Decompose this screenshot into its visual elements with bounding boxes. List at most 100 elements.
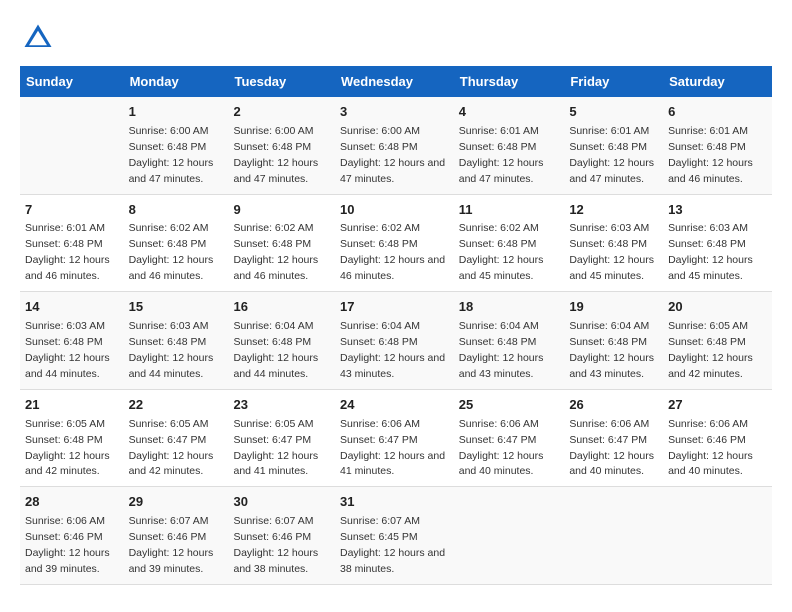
calendar-cell xyxy=(454,487,565,585)
sunrise-text: Sunrise: 6:02 AM xyxy=(233,222,313,234)
sunrise-text: Sunrise: 6:00 AM xyxy=(129,125,209,137)
sunset-text: Sunset: 6:48 PM xyxy=(340,336,418,348)
day-number: 25 xyxy=(459,396,560,415)
calendar-cell: 14 Sunrise: 6:03 AM Sunset: 6:48 PM Dayl… xyxy=(20,292,124,390)
daylight-text: Daylight: 12 hours and 46 minutes. xyxy=(668,157,753,185)
day-number: 19 xyxy=(569,298,658,317)
daylight-text: Daylight: 12 hours and 40 minutes. xyxy=(569,450,654,478)
sunset-text: Sunset: 6:46 PM xyxy=(233,531,311,543)
sunrise-text: Sunrise: 6:04 AM xyxy=(340,320,420,332)
sunset-text: Sunset: 6:48 PM xyxy=(569,141,647,153)
daylight-text: Daylight: 12 hours and 38 minutes. xyxy=(340,547,445,575)
logo-icon xyxy=(20,20,56,56)
sunset-text: Sunset: 6:46 PM xyxy=(25,531,103,543)
calendar-week-row: 7 Sunrise: 6:01 AM Sunset: 6:48 PM Dayli… xyxy=(20,194,772,292)
sunset-text: Sunset: 6:45 PM xyxy=(340,531,418,543)
day-number: 7 xyxy=(25,201,119,220)
calendar-cell: 20 Sunrise: 6:05 AM Sunset: 6:48 PM Dayl… xyxy=(663,292,772,390)
calendar-body: 1 Sunrise: 6:00 AM Sunset: 6:48 PM Dayli… xyxy=(20,97,772,584)
daylight-text: Daylight: 12 hours and 44 minutes. xyxy=(25,352,110,380)
sunset-text: Sunset: 6:47 PM xyxy=(129,434,207,446)
calendar-cell: 13 Sunrise: 6:03 AM Sunset: 6:48 PM Dayl… xyxy=(663,194,772,292)
weekday-header: Tuesday xyxy=(228,66,335,97)
sunrise-text: Sunrise: 6:07 AM xyxy=(129,515,209,527)
sunrise-text: Sunrise: 6:05 AM xyxy=(25,418,105,430)
sunset-text: Sunset: 6:48 PM xyxy=(340,141,418,153)
weekday-header: Saturday xyxy=(663,66,772,97)
sunrise-text: Sunrise: 6:06 AM xyxy=(569,418,649,430)
weekday-header: Friday xyxy=(564,66,663,97)
calendar-cell: 3 Sunrise: 6:00 AM Sunset: 6:48 PM Dayli… xyxy=(335,97,454,194)
day-number: 1 xyxy=(129,103,224,122)
sunset-text: Sunset: 6:48 PM xyxy=(459,141,537,153)
daylight-text: Daylight: 12 hours and 41 minutes. xyxy=(340,450,445,478)
sunrise-text: Sunrise: 6:05 AM xyxy=(129,418,209,430)
calendar-cell: 10 Sunrise: 6:02 AM Sunset: 6:48 PM Dayl… xyxy=(335,194,454,292)
calendar-cell: 1 Sunrise: 6:00 AM Sunset: 6:48 PM Dayli… xyxy=(124,97,229,194)
sunset-text: Sunset: 6:48 PM xyxy=(569,336,647,348)
calendar-cell: 12 Sunrise: 6:03 AM Sunset: 6:48 PM Dayl… xyxy=(564,194,663,292)
sunrise-text: Sunrise: 6:03 AM xyxy=(668,222,748,234)
day-number: 14 xyxy=(25,298,119,317)
sunset-text: Sunset: 6:48 PM xyxy=(340,238,418,250)
sunrise-text: Sunrise: 6:04 AM xyxy=(459,320,539,332)
day-number: 16 xyxy=(233,298,330,317)
sunset-text: Sunset: 6:48 PM xyxy=(129,141,207,153)
daylight-text: Daylight: 12 hours and 39 minutes. xyxy=(129,547,214,575)
daylight-text: Daylight: 12 hours and 43 minutes. xyxy=(569,352,654,380)
calendar-week-row: 21 Sunrise: 6:05 AM Sunset: 6:48 PM Dayl… xyxy=(20,389,772,487)
calendar-cell: 21 Sunrise: 6:05 AM Sunset: 6:48 PM Dayl… xyxy=(20,389,124,487)
daylight-text: Daylight: 12 hours and 44 minutes. xyxy=(129,352,214,380)
calendar-header: SundayMondayTuesdayWednesdayThursdayFrid… xyxy=(20,66,772,97)
weekday-header: Thursday xyxy=(454,66,565,97)
calendar-cell: 9 Sunrise: 6:02 AM Sunset: 6:48 PM Dayli… xyxy=(228,194,335,292)
day-number: 31 xyxy=(340,493,449,512)
sunrise-text: Sunrise: 6:05 AM xyxy=(233,418,313,430)
sunrise-text: Sunrise: 6:05 AM xyxy=(668,320,748,332)
day-number: 15 xyxy=(129,298,224,317)
daylight-text: Daylight: 12 hours and 41 minutes. xyxy=(233,450,318,478)
calendar-week-row: 1 Sunrise: 6:00 AM Sunset: 6:48 PM Dayli… xyxy=(20,97,772,194)
daylight-text: Daylight: 12 hours and 38 minutes. xyxy=(233,547,318,575)
logo xyxy=(20,20,62,56)
daylight-text: Daylight: 12 hours and 47 minutes. xyxy=(569,157,654,185)
sunrise-text: Sunrise: 6:00 AM xyxy=(340,125,420,137)
sunrise-text: Sunrise: 6:01 AM xyxy=(668,125,748,137)
day-number: 4 xyxy=(459,103,560,122)
daylight-text: Daylight: 12 hours and 43 minutes. xyxy=(340,352,445,380)
sunset-text: Sunset: 6:48 PM xyxy=(459,336,537,348)
calendar-cell: 17 Sunrise: 6:04 AM Sunset: 6:48 PM Dayl… xyxy=(335,292,454,390)
sunset-text: Sunset: 6:48 PM xyxy=(233,141,311,153)
calendar-cell: 7 Sunrise: 6:01 AM Sunset: 6:48 PM Dayli… xyxy=(20,194,124,292)
daylight-text: Daylight: 12 hours and 45 minutes. xyxy=(668,254,753,282)
calendar-cell xyxy=(20,97,124,194)
sunrise-text: Sunrise: 6:00 AM xyxy=(233,125,313,137)
day-number: 9 xyxy=(233,201,330,220)
day-number: 8 xyxy=(129,201,224,220)
daylight-text: Daylight: 12 hours and 46 minutes. xyxy=(129,254,214,282)
day-number: 12 xyxy=(569,201,658,220)
calendar-cell: 25 Sunrise: 6:06 AM Sunset: 6:47 PM Dayl… xyxy=(454,389,565,487)
day-number: 3 xyxy=(340,103,449,122)
sunset-text: Sunset: 6:47 PM xyxy=(459,434,537,446)
sunset-text: Sunset: 6:48 PM xyxy=(668,141,746,153)
sunset-text: Sunset: 6:47 PM xyxy=(233,434,311,446)
calendar-week-row: 28 Sunrise: 6:06 AM Sunset: 6:46 PM Dayl… xyxy=(20,487,772,585)
day-number: 29 xyxy=(129,493,224,512)
day-number: 30 xyxy=(233,493,330,512)
sunrise-text: Sunrise: 6:04 AM xyxy=(233,320,313,332)
calendar-cell xyxy=(564,487,663,585)
daylight-text: Daylight: 12 hours and 46 minutes. xyxy=(25,254,110,282)
page-header xyxy=(20,20,772,56)
daylight-text: Daylight: 12 hours and 40 minutes. xyxy=(668,450,753,478)
sunset-text: Sunset: 6:48 PM xyxy=(233,336,311,348)
day-number: 17 xyxy=(340,298,449,317)
calendar-cell: 24 Sunrise: 6:06 AM Sunset: 6:47 PM Dayl… xyxy=(335,389,454,487)
calendar-cell: 4 Sunrise: 6:01 AM Sunset: 6:48 PM Dayli… xyxy=(454,97,565,194)
calendar-cell: 5 Sunrise: 6:01 AM Sunset: 6:48 PM Dayli… xyxy=(564,97,663,194)
sunrise-text: Sunrise: 6:01 AM xyxy=(25,222,105,234)
daylight-text: Daylight: 12 hours and 42 minutes. xyxy=(129,450,214,478)
calendar-cell: 11 Sunrise: 6:02 AM Sunset: 6:48 PM Dayl… xyxy=(454,194,565,292)
weekday-header: Monday xyxy=(124,66,229,97)
sunset-text: Sunset: 6:48 PM xyxy=(25,434,103,446)
